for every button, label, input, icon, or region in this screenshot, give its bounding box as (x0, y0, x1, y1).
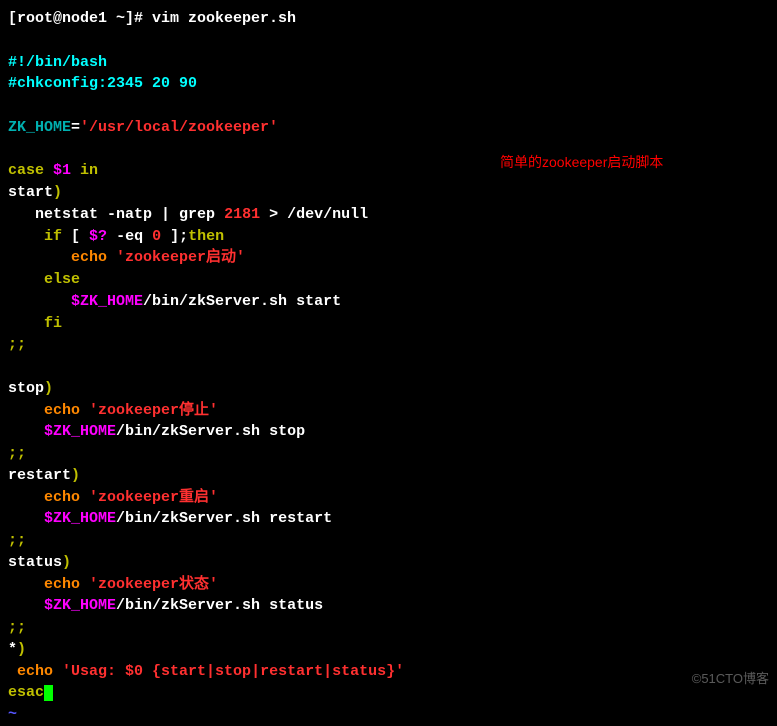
esac-line: esac (8, 682, 769, 704)
case-start: start) (8, 182, 769, 204)
double-semicolon: ;; (8, 530, 769, 552)
echo-start: echo 'zookeeper启动' (8, 247, 769, 269)
terminal-output: [root@node1 ~]# vim zookeeper.sh #!/bin/… (8, 8, 769, 726)
typed-command: vim zookeeper.sh (152, 10, 296, 27)
blank-line (8, 30, 769, 52)
case-restart: restart) (8, 465, 769, 487)
echo-status: echo 'zookeeper状态' (8, 574, 769, 596)
annotation-label: 简单的zookeeper启动脚本 (500, 152, 663, 172)
cursor (44, 685, 53, 702)
vim-tilde: ~ (8, 704, 769, 726)
netstat-line: netstat -natp | grep 2181 > /dev/null (8, 204, 769, 226)
prompt-line[interactable]: [root@node1 ~]# vim zookeeper.sh (8, 8, 769, 30)
blank-line (8, 95, 769, 117)
case-default: *) (8, 639, 769, 661)
shell-prompt: [root@node1 ~]# (8, 10, 152, 27)
blank-line (8, 356, 769, 378)
if-line: if [ $? -eq 0 ];then (8, 226, 769, 248)
chkconfig-comment: #chkconfig:2345 20 90 (8, 73, 769, 95)
case-status: status) (8, 552, 769, 574)
zkserver-restart: $ZK_HOME/bin/zkServer.sh restart (8, 508, 769, 530)
zkserver-status: $ZK_HOME/bin/zkServer.sh status (8, 595, 769, 617)
else-line: else (8, 269, 769, 291)
case-stop: stop) (8, 378, 769, 400)
echo-restart: echo 'zookeeper重启' (8, 487, 769, 509)
var-assignment: ZK_HOME='/usr/local/zookeeper' (8, 117, 769, 139)
echo-stop: echo 'zookeeper停止' (8, 400, 769, 422)
zkserver-stop: $ZK_HOME/bin/zkServer.sh stop (8, 421, 769, 443)
fi-line: fi (8, 313, 769, 335)
shebang-line: #!/bin/bash (8, 52, 769, 74)
double-semicolon: ;; (8, 617, 769, 639)
double-semicolon: ;; (8, 334, 769, 356)
zkserver-start: $ZK_HOME/bin/zkServer.sh start (8, 291, 769, 313)
double-semicolon: ;; (8, 443, 769, 465)
watermark: ©51CTO博客 (692, 670, 769, 689)
echo-usage: echo 'Usag: $0 {start|stop|restart|statu… (8, 661, 769, 683)
